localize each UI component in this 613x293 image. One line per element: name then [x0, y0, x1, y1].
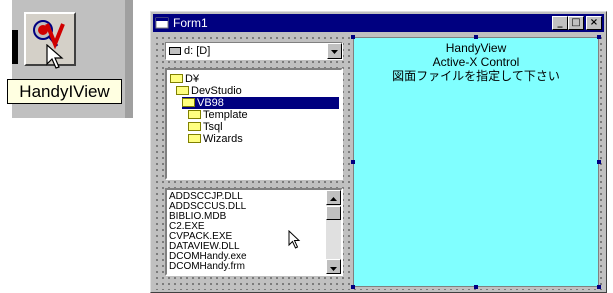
- control-name-text: HandyView: [445, 41, 507, 55]
- mouse-pointer-icon: [288, 230, 301, 249]
- dir-item[interactable]: Wizards: [188, 133, 243, 145]
- folder-icon: [188, 122, 201, 131]
- control-type-text: Active-X Control: [432, 55, 520, 69]
- window-title: Form1: [173, 16, 208, 30]
- form-icon: [155, 17, 169, 29]
- dir-item-label: Tsql: [203, 121, 223, 133]
- folder-icon: [188, 134, 201, 143]
- minimize-button[interactable]: _: [552, 16, 568, 30]
- drive-combobox[interactable]: d: [D]: [165, 42, 343, 60]
- mouse-pointer-icon: [46, 44, 64, 69]
- toolbox-panel: HandyIView: [0, 0, 133, 118]
- selection-handle[interactable]: [474, 35, 478, 39]
- dir-item-label: DevStudio: [191, 85, 242, 97]
- directory-listbox[interactable]: D¥ DevStudio VB98 Template Tsql Wizards: [165, 68, 343, 180]
- file-listbox[interactable]: ADDSCCJP.DLL ADDSCCUS.DLL BIBLIO.MDB C2.…: [165, 188, 343, 276]
- file-item[interactable]: DCOMHandy.frm: [169, 261, 245, 272]
- folder-open-icon: [182, 98, 195, 107]
- tooltip: HandyIView: [7, 79, 122, 104]
- dir-item[interactable]: Tsql: [188, 121, 223, 133]
- control-prompt-text: 図面ファイルを指定して下さい: [392, 69, 560, 83]
- dir-item[interactable]: Template: [188, 109, 248, 121]
- chevron-down-icon: [331, 50, 338, 54]
- dir-item-label: D¥: [185, 73, 200, 85]
- folder-open-icon: [176, 86, 189, 95]
- scroll-up-button[interactable]: [326, 190, 341, 205]
- toolbox-edge-mark: [12, 30, 18, 64]
- form-window: Form1 _ □ × d: [D] D¥ DevStudio VB98 Tem…: [150, 11, 607, 293]
- drive-icon: [169, 47, 181, 55]
- dir-item-label: Template: [203, 109, 248, 121]
- selection-handle[interactable]: [351, 285, 355, 289]
- drive-value: d: [D]: [184, 45, 211, 57]
- window-titlebar[interactable]: Form1 _ □ ×: [153, 14, 604, 32]
- form-design-surface[interactable]: d: [D] D¥ DevStudio VB98 Template Tsql W…: [153, 34, 604, 290]
- selection-handle[interactable]: [597, 35, 601, 39]
- maximize-button[interactable]: □: [568, 16, 584, 30]
- dir-item-label: Wizards: [203, 133, 243, 145]
- arrow-up-icon: [330, 197, 337, 201]
- dir-item[interactable]: D¥: [170, 73, 199, 85]
- selection-handle[interactable]: [351, 35, 355, 39]
- toolbox-right-edge: [125, 0, 133, 118]
- drive-dropdown-button[interactable]: [327, 43, 342, 59]
- selection-handle[interactable]: [351, 160, 355, 164]
- scroll-thumb[interactable]: [326, 206, 341, 220]
- close-button[interactable]: ×: [586, 16, 602, 30]
- scroll-down-button[interactable]: [326, 259, 341, 274]
- file-list-scrollbar[interactable]: [326, 190, 341, 274]
- dir-item[interactable]: DevStudio: [176, 85, 242, 97]
- folder-open-icon: [170, 74, 183, 83]
- selection-handle[interactable]: [597, 285, 601, 289]
- selection-handle[interactable]: [597, 160, 601, 164]
- arrow-down-icon: [330, 267, 337, 271]
- folder-icon: [188, 110, 201, 119]
- handyview-activex-control[interactable]: HandyView Active-X Control 図面ファイルを指定して下さ…: [353, 37, 599, 287]
- dir-item-label: VB98: [197, 97, 224, 109]
- selection-handle[interactable]: [474, 285, 478, 289]
- dir-item-selected[interactable]: VB98: [182, 97, 339, 109]
